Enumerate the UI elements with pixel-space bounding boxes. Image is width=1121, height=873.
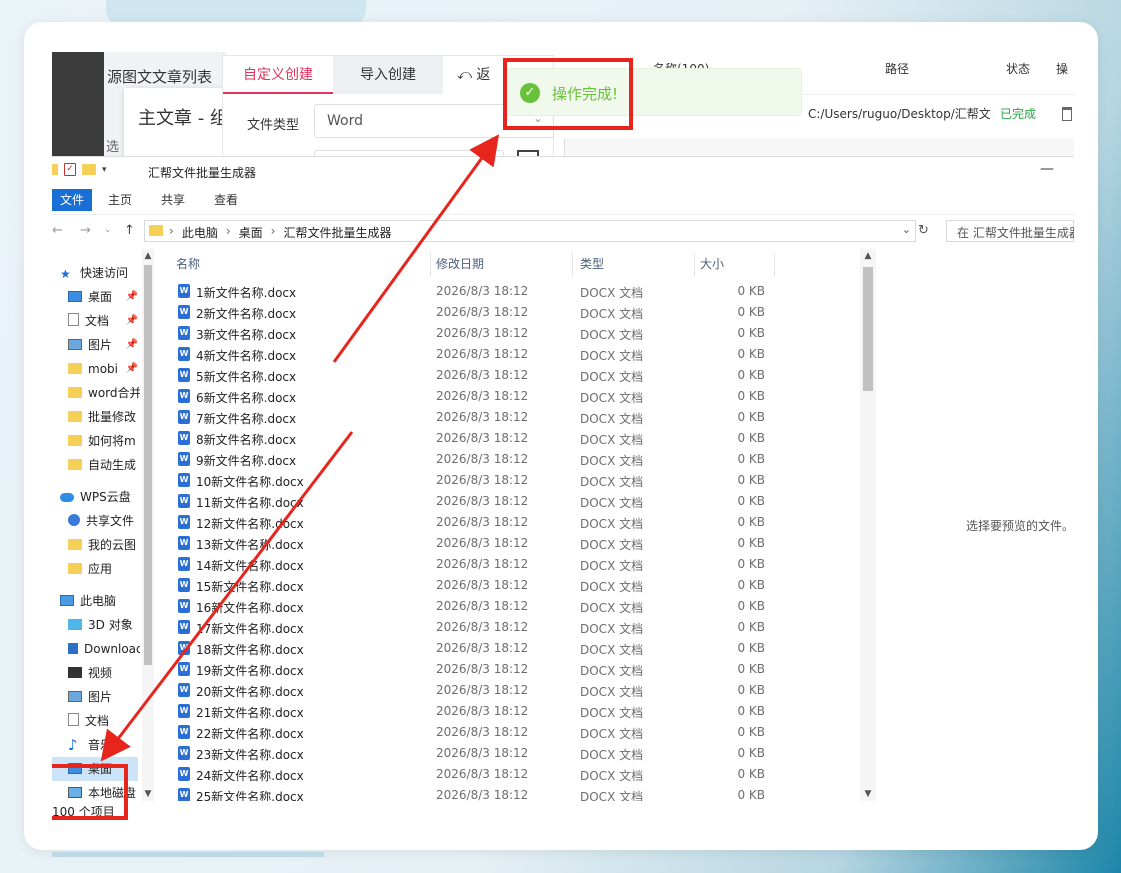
annotation-arrows xyxy=(100,134,500,762)
arrow-to-item-count xyxy=(100,431,354,762)
highlight-box-item-count xyxy=(52,764,128,820)
highlight-box-toast xyxy=(503,58,633,130)
screenshot-content: 源图文文章列表 主文章 - 组 选 自定义创建 导入创建 ⤺ 返 文件类型 Wo… xyxy=(52,52,1074,828)
background-decoration-bottom xyxy=(52,852,324,857)
arrow-to-toast xyxy=(332,134,500,363)
